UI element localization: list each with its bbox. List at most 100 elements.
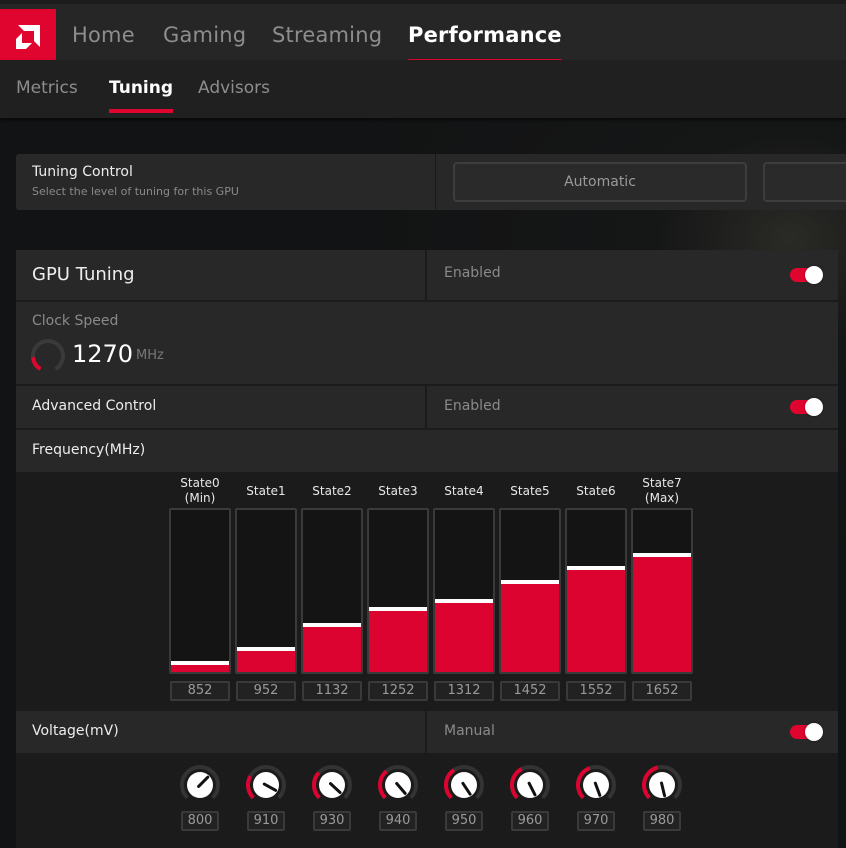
top-nav: Home Gaming Streaming Performance bbox=[0, 0, 846, 64]
tuning-option-button[interactable] bbox=[763, 162, 846, 202]
frequency-value-input[interactable]: 1252 bbox=[368, 681, 428, 701]
voltage-knob[interactable] bbox=[442, 763, 486, 807]
frequency-slider[interactable] bbox=[433, 508, 495, 674]
tab-gaming-label: Gaming bbox=[163, 23, 247, 47]
tab-home[interactable]: Home bbox=[72, 23, 135, 47]
tuning-control-title: Tuning Control bbox=[32, 164, 133, 180]
state-label: State6 bbox=[564, 484, 628, 499]
voltage-value-input[interactable]: 980 bbox=[643, 811, 681, 831]
voltage-value-input[interactable]: 960 bbox=[511, 811, 549, 831]
voltage-knob-dial-icon bbox=[444, 765, 484, 800]
frequency-bar-fill bbox=[237, 651, 295, 672]
frequency-slider[interactable] bbox=[301, 508, 363, 674]
voltage-row: Voltage(mV) Manual bbox=[16, 711, 838, 753]
tab-performance-label: Performance bbox=[408, 23, 562, 47]
voltage-value-input[interactable]: 970 bbox=[577, 811, 615, 831]
voltage-label: Voltage(mV) bbox=[32, 723, 119, 739]
amd-logo-icon bbox=[16, 24, 40, 49]
voltage-knob-dial-icon bbox=[312, 765, 352, 800]
active-subtab-indicator bbox=[109, 109, 174, 113]
knob-fill bbox=[312, 771, 321, 800]
frequency-slider-handle[interactable] bbox=[171, 661, 229, 665]
voltage-knob[interactable] bbox=[310, 763, 354, 807]
frequency-value-input[interactable]: 1312 bbox=[434, 681, 494, 701]
frequency-value-input[interactable]: 1552 bbox=[566, 681, 626, 701]
automatic-button[interactable]: Automatic bbox=[453, 162, 747, 202]
frequency-value-input[interactable]: 952 bbox=[236, 681, 296, 701]
subtab-metrics[interactable]: Metrics bbox=[16, 78, 78, 98]
state-label: State4 bbox=[432, 484, 496, 499]
frequency-slider-handle[interactable] bbox=[633, 553, 691, 557]
subtab-advisors-label: Advisors bbox=[198, 78, 271, 98]
gpu-tuning-panel: GPU Tuning Enabled Clock Speed 1270 MHz … bbox=[16, 250, 838, 848]
state-name: State6 bbox=[576, 484, 616, 498]
voltage-status: Manual bbox=[444, 723, 495, 739]
toggle-knob bbox=[805, 723, 823, 741]
state-label: State2 bbox=[300, 484, 364, 499]
voltage-value-input[interactable]: 930 bbox=[313, 811, 351, 831]
frequency-bar-fill bbox=[303, 627, 361, 672]
sub-nav: Metrics Tuning Advisors bbox=[0, 60, 846, 118]
subtab-advisors[interactable]: Advisors bbox=[198, 78, 270, 98]
state-name: State3 bbox=[378, 484, 418, 498]
voltage-knob[interactable] bbox=[508, 763, 552, 807]
voltage-knob-dial-icon bbox=[378, 765, 418, 800]
frequency-bar-fill bbox=[171, 665, 229, 672]
tab-streaming-label: Streaming bbox=[272, 23, 383, 47]
state-name: State5 bbox=[510, 484, 550, 498]
subtab-tuning-label: Tuning bbox=[109, 78, 174, 98]
frequency-slider-handle[interactable] bbox=[501, 580, 559, 584]
voltage-knob-dial-icon bbox=[180, 765, 220, 800]
voltage-knob[interactable] bbox=[244, 763, 288, 807]
frequency-slider-handle[interactable] bbox=[369, 607, 427, 611]
state-name: State0 bbox=[180, 476, 220, 490]
subtab-metrics-label: Metrics bbox=[16, 78, 78, 98]
voltage-knob[interactable] bbox=[178, 763, 222, 807]
frequency-slider[interactable] bbox=[235, 508, 297, 674]
voltage-knob[interactable] bbox=[376, 763, 420, 807]
voltage-value-input[interactable]: 950 bbox=[445, 811, 483, 831]
voltage-knob-dial-icon bbox=[642, 765, 682, 800]
state-name: State4 bbox=[444, 484, 484, 498]
frequency-bar-fill bbox=[501, 584, 559, 672]
frequency-slider-handle[interactable] bbox=[567, 566, 625, 570]
tab-gaming[interactable]: Gaming bbox=[163, 23, 246, 47]
voltage-knob-dial-icon bbox=[576, 765, 616, 800]
voltage-toggle[interactable] bbox=[790, 723, 823, 741]
frequency-value-input[interactable]: 1452 bbox=[500, 681, 560, 701]
frequency-value-input[interactable]: 1132 bbox=[302, 681, 362, 701]
frequency-slider-handle[interactable] bbox=[237, 647, 295, 651]
state-label: State0 (Min) bbox=[168, 476, 232, 506]
tuning-control-subtitle: Select the level of tuning for this GPU bbox=[32, 185, 239, 198]
frequency-slider-handle[interactable] bbox=[435, 599, 493, 603]
state-name: State1 bbox=[246, 484, 286, 498]
subtab-tuning[interactable]: Tuning bbox=[109, 78, 174, 113]
state-name: State7 bbox=[642, 476, 682, 490]
frequency-slider[interactable] bbox=[169, 508, 231, 674]
state-name: State2 bbox=[312, 484, 352, 498]
state-sub: (Min) bbox=[184, 491, 216, 505]
voltage-knob[interactable] bbox=[640, 763, 684, 807]
state-label: State5 bbox=[498, 484, 562, 499]
voltage-knob[interactable] bbox=[574, 763, 618, 807]
frequency-slider[interactable] bbox=[565, 508, 627, 674]
frequency-bar-fill bbox=[633, 557, 691, 672]
voltage-knob-dial-icon bbox=[246, 765, 286, 800]
frequency-slider[interactable] bbox=[631, 508, 693, 674]
frequency-slider-handle[interactable] bbox=[303, 623, 361, 627]
frequency-value-input[interactable]: 1652 bbox=[632, 681, 692, 701]
frequency-slider[interactable] bbox=[367, 508, 429, 674]
voltage-value-input[interactable]: 910 bbox=[247, 811, 285, 831]
voltage-value-input[interactable]: 800 bbox=[181, 811, 219, 831]
frequency-bar-fill bbox=[369, 611, 427, 672]
frequency-bar-fill bbox=[567, 570, 625, 672]
frequency-slider[interactable] bbox=[499, 508, 561, 674]
voltage-value-input[interactable]: 940 bbox=[379, 811, 417, 831]
amd-logo[interactable] bbox=[0, 9, 56, 64]
tab-performance[interactable]: Performance bbox=[408, 23, 562, 63]
tab-streaming[interactable]: Streaming bbox=[272, 23, 382, 47]
frequency-value-input[interactable]: 852 bbox=[170, 681, 230, 701]
tuning-control-row: Tuning Control Select the level of tunin… bbox=[16, 154, 846, 210]
tuning-control-info: Tuning Control Select the level of tunin… bbox=[16, 154, 436, 210]
frequency-bar-fill bbox=[435, 603, 493, 672]
